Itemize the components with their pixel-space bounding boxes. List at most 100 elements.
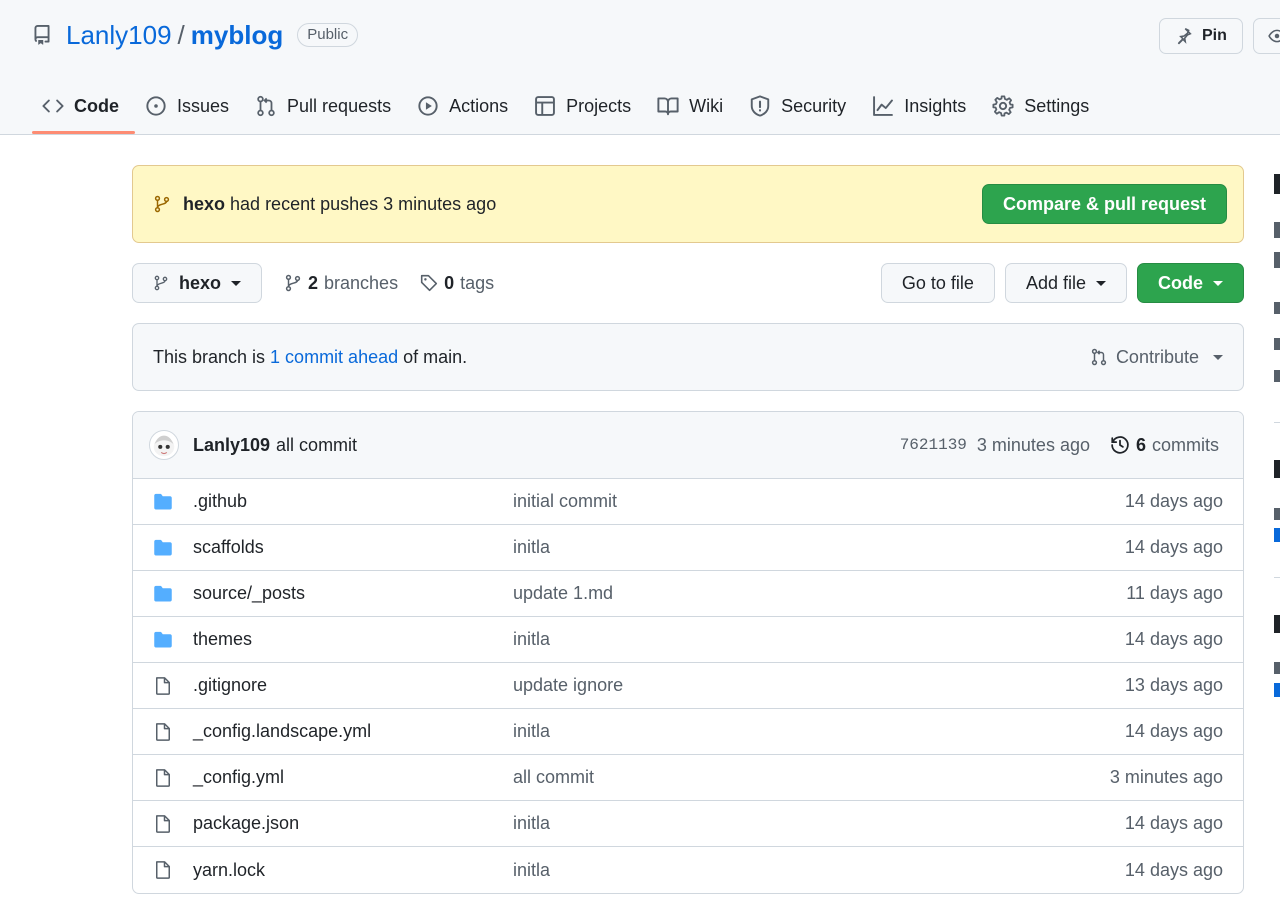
tab-settings[interactable]: Settings bbox=[982, 80, 1105, 132]
branches-count: 2 bbox=[308, 272, 319, 293]
pin-label: Pin bbox=[1202, 27, 1227, 44]
file-icon bbox=[156, 676, 170, 695]
file-commit-message[interactable]: initla bbox=[513, 860, 550, 881]
file-commit-date: 14 days ago bbox=[1124, 721, 1223, 741]
current-branch-label: hexo bbox=[178, 272, 221, 293]
branch-select-button[interactable]: hexo bbox=[132, 263, 262, 303]
file-name-link[interactable]: .gitignore bbox=[193, 675, 513, 696]
commit-message[interactable]: all commit bbox=[276, 435, 357, 456]
file-commit-message[interactable]: initla bbox=[513, 813, 550, 834]
sidebar-heading-fragment bbox=[1274, 174, 1280, 194]
commits-label: commits bbox=[1152, 434, 1219, 455]
file-icon bbox=[156, 814, 170, 833]
add-file-button[interactable]: Add file bbox=[1004, 263, 1127, 303]
tab-insights[interactable]: Insights bbox=[862, 80, 982, 132]
tab-label: Wiki bbox=[689, 95, 724, 116]
file-row[interactable]: .github initial commit 14 days ago bbox=[133, 479, 1243, 525]
tab-actions[interactable]: Actions bbox=[407, 80, 524, 132]
branch-status-box: This branch is 1 commit ahead of main. C… bbox=[132, 323, 1244, 391]
tags-link[interactable]: 0 tags bbox=[420, 273, 494, 294]
file-row[interactable]: _config.yml all commit 3 minutes ago bbox=[133, 755, 1243, 801]
pull-request-icon bbox=[257, 95, 275, 117]
latest-commit-row: Lanly109 all commit 7621139 3 minutes ag… bbox=[133, 412, 1243, 479]
file-commit-message[interactable]: initla bbox=[513, 537, 550, 558]
watch-button[interactable] bbox=[1253, 18, 1280, 54]
file-commit-date: 14 days ago bbox=[1124, 537, 1223, 557]
pin-button[interactable]: Pin bbox=[1159, 18, 1243, 54]
file-commit-date: 14 days ago bbox=[1124, 859, 1223, 880]
branch-icon bbox=[154, 195, 170, 213]
sidebar-text-fragment bbox=[1274, 508, 1280, 520]
tab-pull-requests[interactable]: Pull requests bbox=[245, 80, 407, 132]
tab-issues[interactable]: Issues bbox=[135, 80, 245, 132]
file-row[interactable]: package.json initla 14 days ago bbox=[133, 801, 1243, 847]
sidebar-link-fragment bbox=[1274, 683, 1280, 697]
file-icon bbox=[156, 768, 170, 787]
tags-count: 0 bbox=[444, 272, 455, 293]
pushed-branch-name[interactable]: hexo bbox=[183, 194, 225, 214]
eye-icon bbox=[1274, 338, 1280, 350]
tab-security[interactable]: Security bbox=[739, 80, 862, 132]
file-commit-message[interactable]: initla bbox=[513, 629, 550, 650]
file-name-link[interactable]: yarn.lock bbox=[193, 860, 513, 881]
file-name-link[interactable]: .github bbox=[193, 491, 513, 512]
tab-label: Code bbox=[74, 95, 119, 116]
contribute-label: Contribute bbox=[1115, 346, 1199, 367]
repo-owner-link[interactable]: Lanly109 bbox=[66, 20, 172, 51]
repo-title: Lanly109 / myblog Public bbox=[32, 18, 359, 52]
repo-name-link[interactable]: myblog bbox=[191, 20, 283, 51]
file-name-link[interactable]: scaffolds bbox=[193, 537, 513, 558]
file-commit-message[interactable]: update 1.md bbox=[513, 583, 613, 604]
file-commit-message[interactable]: initla bbox=[513, 721, 550, 742]
commits-count: 6 bbox=[1135, 434, 1146, 455]
file-commit-date: 14 days ago bbox=[1124, 813, 1223, 833]
file-commit-date: 13 days ago bbox=[1124, 675, 1223, 695]
add-file-label: Add file bbox=[1025, 272, 1086, 293]
fork-icon bbox=[1274, 370, 1280, 382]
tab-code[interactable]: Code bbox=[32, 80, 135, 134]
file-row[interactable]: .gitignore update ignore 13 days ago bbox=[133, 663, 1243, 709]
file-name-link[interactable]: themes bbox=[193, 629, 513, 650]
file-row[interactable]: source/_posts update 1.md 11 days ago bbox=[133, 571, 1243, 617]
issue-icon bbox=[146, 96, 166, 116]
repo-path-separator: / bbox=[177, 19, 185, 50]
file-commit-message[interactable]: update ignore bbox=[513, 675, 623, 696]
commits-history-link[interactable]: 6 commits bbox=[1110, 435, 1219, 456]
sidebar-heading-fragment bbox=[1274, 615, 1280, 633]
file-commit-message[interactable]: all commit bbox=[513, 767, 594, 788]
file-row[interactable]: scaffolds initla 14 days ago bbox=[133, 525, 1243, 571]
folder-icon bbox=[154, 539, 172, 555]
graph-icon bbox=[873, 96, 894, 116]
chevron-down-icon bbox=[1096, 280, 1106, 286]
tab-label: Settings bbox=[1024, 95, 1090, 116]
file-commit-date: 14 days ago bbox=[1124, 491, 1223, 511]
file-row[interactable]: themes initla 14 days ago bbox=[133, 617, 1243, 663]
commit-sha[interactable]: 7621139 bbox=[900, 436, 967, 454]
code-button[interactable]: Code bbox=[1137, 263, 1244, 303]
file-commit-message[interactable]: initial commit bbox=[513, 491, 617, 512]
file-list: Lanly109 all commit 7621139 3 minutes ag… bbox=[132, 411, 1244, 894]
file-name-link[interactable]: _config.yml bbox=[193, 767, 513, 788]
file-row[interactable]: _config.landscape.yml initla 14 days ago bbox=[133, 709, 1243, 755]
folder-icon bbox=[154, 585, 172, 601]
sidebar-text-fragment bbox=[1274, 252, 1280, 268]
compare-pull-request-button[interactable]: Compare & pull request bbox=[981, 184, 1227, 224]
file-name-link[interactable]: package.json bbox=[193, 813, 513, 834]
file-name-link[interactable]: source/_posts bbox=[193, 583, 513, 604]
branches-link[interactable]: 2 branches bbox=[284, 273, 398, 294]
pin-icon bbox=[1177, 27, 1192, 45]
tab-wiki[interactable]: Wiki bbox=[647, 80, 739, 132]
commit-author[interactable]: Lanly109 bbox=[193, 435, 270, 456]
sidebar-text-fragment bbox=[1274, 662, 1280, 674]
go-to-file-button[interactable]: Go to file bbox=[880, 263, 995, 303]
branch-status-prefix: This branch is bbox=[153, 346, 266, 367]
commits-ahead-link[interactable]: 1 commit ahead bbox=[270, 347, 398, 368]
table-icon bbox=[535, 96, 556, 116]
file-name-link[interactable]: _config.landscape.yml bbox=[193, 721, 513, 742]
contribute-dropdown[interactable]: Contribute bbox=[1090, 347, 1223, 368]
tab-projects[interactable]: Projects bbox=[524, 80, 647, 132]
file-row[interactable]: yarn.lock initla 14 days ago bbox=[133, 847, 1243, 893]
visibility-badge: Public bbox=[297, 23, 359, 47]
avatar[interactable] bbox=[149, 430, 179, 460]
file-icon bbox=[156, 861, 170, 879]
